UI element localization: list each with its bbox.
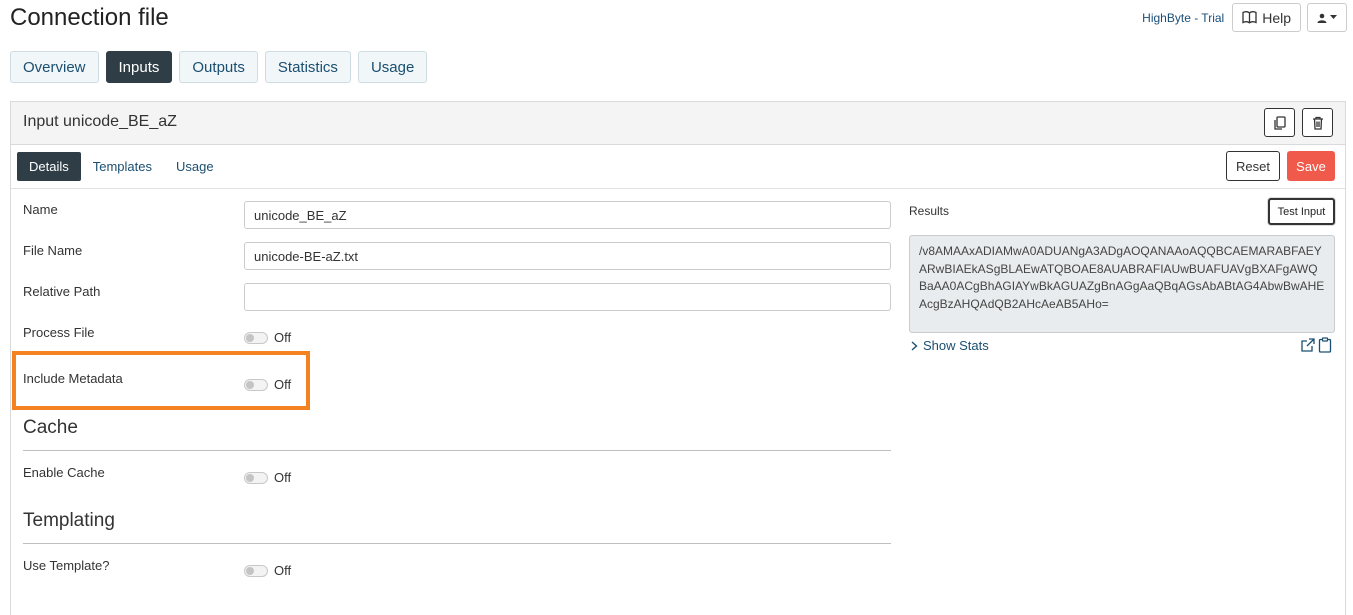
use-template-toggle-group: Off <box>244 563 291 578</box>
include-metadata-state: Off <box>274 377 292 392</box>
copy-icon <box>1273 115 1286 130</box>
delete-button[interactable] <box>1302 108 1333 137</box>
enable-cache-state: Off <box>274 470 292 485</box>
subtab-usage[interactable]: Usage <box>164 152 226 181</box>
templating-divider <box>23 543 891 544</box>
use-template-label: Use Template? <box>23 558 110 573</box>
show-stats-toggle[interactable]: Show Stats <box>911 338 989 353</box>
test-input-button[interactable]: Test Input <box>1268 198 1335 225</box>
process-file-state: Off <box>274 330 292 345</box>
use-template-toggle[interactable] <box>244 564 268 577</box>
process-file-toggle-group: Off <box>244 330 291 345</box>
panel-title: Input unicode_BE_aZ <box>23 113 177 130</box>
enable-cache-toggle[interactable] <box>244 471 268 484</box>
process-file-label: Process File <box>23 325 95 340</box>
tab-outputs[interactable]: Outputs <box>179 51 258 83</box>
relative-path-input[interactable] <box>244 283 891 311</box>
use-template-state: Off <box>274 563 292 578</box>
tab-inputs[interactable]: Inputs <box>105 51 173 83</box>
results-label: Results <box>909 204 950 218</box>
save-button[interactable]: Save <box>1287 151 1335 181</box>
tab-overview[interactable]: Overview <box>10 51 99 83</box>
cache-divider <box>23 450 891 451</box>
main-tabs: Overview Inputs Outputs Statistics Usage <box>10 51 428 83</box>
subtab-templates[interactable]: Templates <box>81 152 164 181</box>
include-metadata-toggle[interactable] <box>244 378 268 391</box>
user-icon <box>1317 13 1327 23</box>
tab-usage[interactable]: Usage <box>357 51 428 83</box>
subtab-divider <box>11 188 1345 189</box>
external-link-icon[interactable] <box>1300 337 1316 353</box>
help-button[interactable]: Help <box>1232 3 1301 32</box>
results-output[interactable]: /v8AMAAxADIAMwA0ADUANgA3ADgAOQANAAoAQQBC… <box>909 235 1335 333</box>
page-title: Connection file <box>10 4 169 31</box>
name-label: Name <box>23 202 58 217</box>
file-name-label: File Name <box>23 243 83 258</box>
user-menu-button[interactable] <box>1307 3 1347 32</box>
name-input[interactable] <box>244 201 891 229</box>
tab-statistics[interactable]: Statistics <box>264 51 351 83</box>
clipboard-icon[interactable] <box>1318 337 1332 353</box>
trash-icon <box>1312 116 1323 130</box>
copy-button[interactable] <box>1264 108 1295 137</box>
relative-path-label: Relative Path <box>23 284 101 299</box>
enable-cache-toggle-group: Off <box>244 470 291 485</box>
book-icon <box>1242 11 1257 24</box>
enable-cache-label: Enable Cache <box>23 465 105 480</box>
result-actions <box>1300 337 1332 353</box>
cache-heading: Cache <box>23 417 78 438</box>
sub-tabs: Details Templates Usage <box>17 152 226 181</box>
brand-label[interactable]: HighByte - Trial <box>1142 11 1224 25</box>
chevron-right-icon <box>911 340 918 351</box>
panel-header: Input unicode_BE_aZ <box>11 102 1345 145</box>
caret-down-icon <box>1330 15 1337 19</box>
file-name-input[interactable] <box>244 242 891 270</box>
process-file-toggle[interactable] <box>244 331 268 344</box>
templating-heading: Templating <box>23 510 115 531</box>
show-stats-label: Show Stats <box>923 338 989 353</box>
include-metadata-label: Include Metadata <box>23 371 123 386</box>
include-metadata-toggle-group: Off <box>244 377 291 392</box>
input-panel: Input unicode_BE_aZ Details Templates Us… <box>10 101 1346 615</box>
help-label: Help <box>1262 9 1291 26</box>
reset-button[interactable]: Reset <box>1226 151 1280 181</box>
top-right-bar: HighByte - Trial Help <box>1142 3 1347 32</box>
subtab-details[interactable]: Details <box>17 152 81 181</box>
